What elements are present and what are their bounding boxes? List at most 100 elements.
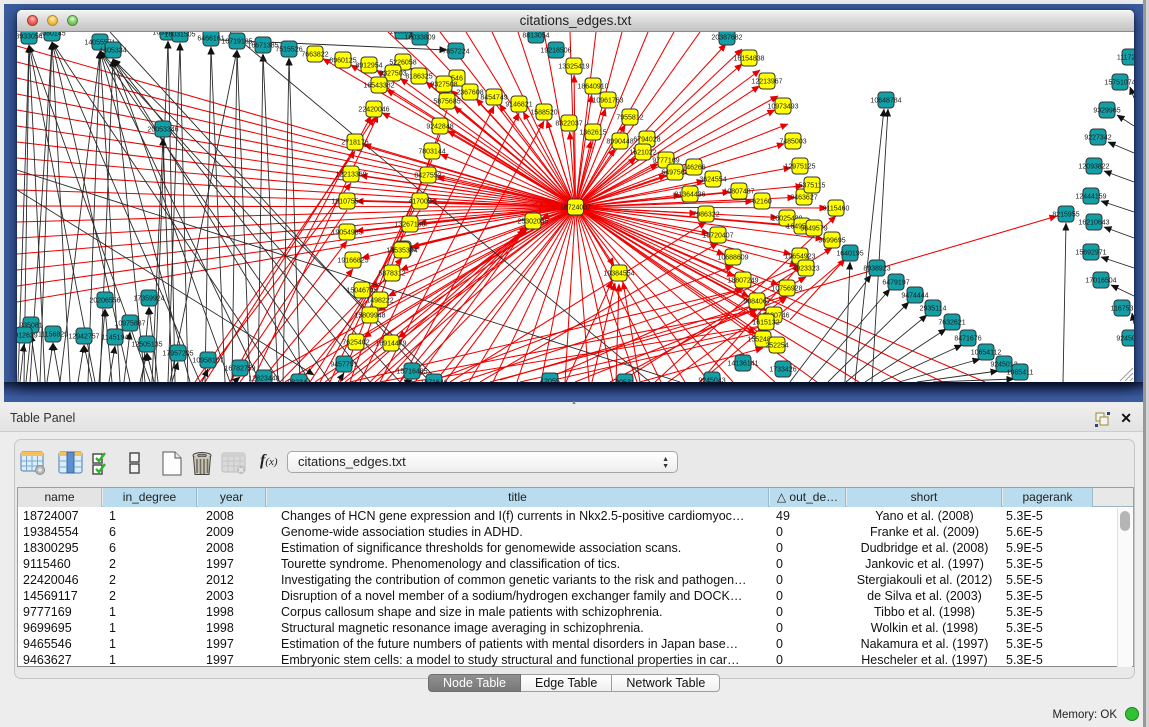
svg-text:6794028: 6794028 (633, 137, 660, 144)
svg-text:9245012: 9245012 (1116, 336, 1134, 343)
svg-text:9327508: 9327508 (430, 82, 457, 89)
svg-text:18724007: 18724007 (560, 205, 591, 212)
svg-text:12823448: 12823448 (248, 376, 279, 383)
svg-text:1615132: 1615132 (752, 320, 779, 327)
svg-text:12505135: 12505135 (131, 342, 162, 349)
svg-text:2935114: 2935114 (920, 306, 947, 313)
svg-text:5375115: 5375115 (799, 183, 826, 190)
svg-text:1498222: 1498222 (366, 298, 393, 305)
svg-text:21364436: 21364436 (674, 192, 705, 199)
svg-text:1145194: 1145194 (102, 335, 129, 342)
svg-text:19218506: 19218506 (540, 48, 571, 55)
svg-text:9457791: 9457791 (330, 362, 357, 369)
svg-text:13535394: 13535394 (386, 248, 417, 255)
svg-text:2080145: 2080145 (38, 32, 65, 38)
svg-text:252254: 252254 (765, 343, 788, 350)
svg-text:1621022: 1621022 (629, 150, 656, 157)
svg-text:7986322: 7986322 (692, 212, 719, 219)
svg-text:8813054: 8813054 (522, 33, 549, 40)
svg-text:746266: 746266 (682, 165, 705, 172)
svg-text:17957205: 17957205 (162, 351, 193, 358)
svg-text:1117233: 1117233 (1117, 55, 1134, 62)
svg-text:15692971: 15692971 (1075, 250, 1106, 257)
svg-text:9327503: 9327503 (379, 71, 406, 78)
svg-text:116753: 116753 (1111, 306, 1134, 313)
svg-text:13267130: 13267130 (394, 222, 425, 229)
svg-text:9115460: 9115460 (823, 206, 850, 213)
svg-text:10807487: 10807487 (723, 189, 754, 196)
svg-text:18807249: 18807249 (727, 278, 758, 285)
svg-text:10648784: 10648784 (870, 98, 901, 105)
svg-text:10958107: 10958107 (192, 358, 223, 365)
svg-text:8938923: 8938923 (863, 266, 890, 273)
svg-text:7955812: 7955812 (616, 115, 643, 122)
svg-text:9777169: 9777169 (652, 158, 679, 165)
svg-text:7515526: 7515526 (275, 47, 302, 54)
svg-text:11156829: 11156829 (38, 332, 68, 339)
svg-text:8960125: 8960125 (329, 58, 356, 65)
svg-text:20053346: 20053346 (147, 127, 178, 134)
svg-text:17359924: 17359924 (133, 296, 164, 303)
svg-text:982344: 982344 (287, 380, 310, 383)
svg-text:22420046: 22420046 (358, 107, 389, 114)
svg-text:2718176: 2718176 (341, 140, 368, 147)
svg-text:6479197: 6479197 (882, 280, 909, 287)
svg-text:90531: 90531 (615, 380, 635, 383)
svg-text:15720407: 15720407 (702, 233, 733, 240)
svg-text:15809948: 15809948 (354, 313, 385, 320)
svg-text:9649579: 9649579 (800, 226, 827, 233)
svg-text:18640910: 18640910 (577, 84, 608, 91)
svg-text:7803144: 7803144 (418, 149, 445, 156)
svg-text:19054985: 19054985 (331, 230, 362, 237)
svg-text:19166825: 19166825 (337, 258, 368, 265)
svg-text:17016504: 17016504 (1085, 278, 1116, 285)
svg-text:4923323: 4923323 (792, 266, 819, 273)
svg-text:8322037: 8322037 (555, 121, 582, 128)
svg-text:20387682: 20387682 (711, 35, 742, 42)
svg-text:5878312: 5878312 (378, 271, 405, 278)
svg-text:9146821: 9146821 (505, 102, 532, 109)
svg-text:10973493: 10973493 (767, 104, 798, 111)
svg-text:3624554: 3624554 (699, 177, 726, 184)
svg-text:12975125: 12975125 (784, 164, 815, 171)
svg-text:12942757: 12942757 (68, 334, 99, 341)
svg-text:1733426: 1733426 (769, 367, 796, 374)
svg-text:62160: 62160 (752, 199, 772, 206)
svg-text:5875685: 5875685 (433, 99, 460, 106)
svg-text:12213967: 12213967 (751, 79, 782, 86)
svg-text:7663822: 7663822 (301, 52, 328, 59)
svg-text:16671385: 16671385 (247, 43, 278, 50)
svg-text:16210643: 16210643 (1078, 220, 1109, 227)
svg-text:15751074: 15751074 (1104, 80, 1134, 87)
svg-text:18031505: 18031505 (164, 32, 195, 39)
svg-text:10961763: 10961763 (592, 98, 623, 105)
svg-text:12055: 12055 (540, 379, 560, 383)
svg-text:9245043: 9245043 (698, 378, 725, 383)
svg-text:7632621: 7632621 (938, 320, 965, 327)
svg-text:7857224: 7857224 (442, 49, 469, 56)
svg-text:19384554: 19384554 (603, 271, 634, 278)
svg-text:417005: 417005 (408, 199, 431, 206)
svg-text:8215955: 8215955 (1052, 212, 1079, 219)
svg-text:9329965: 9329965 (1093, 108, 1120, 115)
svg-text:9084067: 9084067 (743, 299, 770, 306)
svg-text:8990448: 8990448 (606, 139, 633, 146)
svg-text:25302035: 25302035 (517, 219, 548, 226)
svg-text:1362615: 1362615 (579, 130, 606, 137)
svg-text:16543382: 16543382 (363, 83, 394, 90)
svg-text:7625402: 7625402 (342, 340, 369, 347)
svg-text:9227342: 9227342 (1084, 135, 1111, 142)
svg-text:8912954: 8912954 (355, 63, 382, 70)
svg-text:10654112: 10654112 (971, 350, 1002, 357)
svg-text:14136141: 14136141 (727, 361, 758, 368)
svg-text:1671646: 1671646 (420, 380, 447, 383)
svg-text:10975887: 10975887 (114, 321, 145, 328)
svg-text:9474444: 9474444 (901, 293, 928, 300)
svg-text:7485003: 7485003 (779, 139, 806, 146)
svg-text:15716485: 15716485 (396, 369, 427, 376)
svg-text:16914479: 16914479 (375, 341, 406, 348)
svg-text:19654923: 19654923 (784, 254, 815, 261)
svg-text:12444159: 12444159 (1075, 194, 1106, 201)
svg-text:9463627: 9463627 (790, 195, 817, 202)
svg-text:9699695: 9699695 (818, 238, 845, 245)
